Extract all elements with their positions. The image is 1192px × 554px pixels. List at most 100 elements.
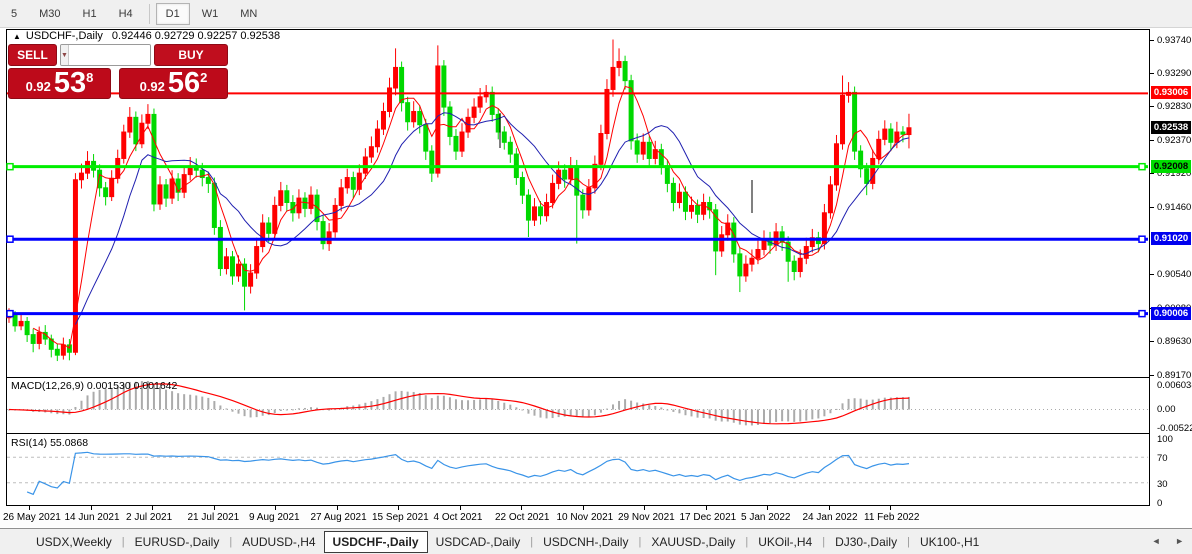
macd-axis-max: 0.006038 <box>1157 380 1192 391</box>
macd-axis-zero: 0.00 <box>1157 404 1176 415</box>
date-label: 29 Nov 2021 <box>618 512 675 523</box>
date-label: 15 Sep 2021 <box>372 512 429 523</box>
tab-separator: | <box>229 535 233 548</box>
price-tick <box>1150 106 1154 108</box>
tab-uk100-h1[interactable]: UK100-,H1 <box>912 532 987 552</box>
price-tick <box>1150 39 1154 41</box>
timeframe-button-5[interactable]: 5 <box>1 3 27 25</box>
rsi-axis-100: 100 <box>1157 434 1173 445</box>
timeframe-button-h4[interactable]: H4 <box>109 3 143 25</box>
trading-terminal-window: 5 M30 H1 H4 D1 W1 MN ▲ USDCHF-,Daily 0.92446 0.9… <box>0 0 1192 554</box>
sell-price-pip-digit: 8 <box>86 70 94 85</box>
date-tick <box>767 506 768 510</box>
date-label: 4 Oct 2021 <box>433 512 483 523</box>
price-tick <box>1150 173 1154 175</box>
date-tick <box>459 506 461 510</box>
sell-price-big-digits: 53 <box>53 67 87 99</box>
date-label: 27 Aug 2021 <box>310 512 367 523</box>
tab-usdchf-daily[interactable]: USDCHF-,Daily <box>323 530 428 553</box>
volume-spinner: ▼ ▲ <box>60 44 151 66</box>
price-tick <box>1150 72 1154 74</box>
date-tick <box>152 506 153 510</box>
rsi-axis-30: 30 <box>1157 478 1168 490</box>
tab-separator: | <box>530 535 534 548</box>
tab-scroll-left-icon[interactable]: ◄ <box>1152 536 1161 546</box>
tab-separator: | <box>745 535 749 548</box>
macd-indicator-label: MACD(12,26,9) 0.001530 0.001642 <box>11 380 178 392</box>
date-label: 9 Aug 2021 <box>249 512 300 523</box>
tab-separator: | <box>638 535 642 548</box>
buy-price-button[interactable]: 0.92 56 2 <box>119 68 228 99</box>
price-tick <box>1150 274 1154 276</box>
price-tick-label: 0.92370 <box>1157 135 1192 147</box>
price-badge-0.92008: 0.92008 <box>1151 159 1191 173</box>
tab-scroll-right-icon[interactable]: ► <box>1175 536 1184 546</box>
price-tick-label: 0.90540 <box>1157 269 1192 281</box>
one-click-trading-panel: SELL ▼ ▲ BUY 0.92 53 8 0.92 56 2 <box>8 44 228 99</box>
date-label: 22 Oct 2021 <box>495 512 550 523</box>
sell-price-prefix: 0.92 <box>25 79 51 94</box>
price-tick-label: 0.91460 <box>1157 201 1192 213</box>
tab-dj30-daily[interactable]: DJ30-,Daily <box>827 532 905 552</box>
tab-separator: | <box>822 535 826 548</box>
price-tick <box>1150 140 1154 142</box>
date-label: 21 Jul 2021 <box>187 512 240 523</box>
buy-price-pip-digit: 2 <box>200 70 208 85</box>
timeframe-toolbar: 5 M30 H1 H4 D1 W1 MN <box>0 0 1192 28</box>
date-tick <box>582 506 584 510</box>
chart-expand-icon[interactable]: ▲ <box>13 32 21 41</box>
date-tick <box>398 506 399 510</box>
timeframe-button-m30[interactable]: M30 <box>29 3 70 25</box>
timeframe-button-mn[interactable]: MN <box>230 3 267 25</box>
macd-axis-min: -0.005228 <box>1157 423 1192 434</box>
toolbar-separator <box>148 3 150 24</box>
date-label: 2 Jul 2021 <box>126 512 173 523</box>
chart-tab-bar: USDX,Weekly | EURUSD-,Daily | AUDUSD-,H4 USDC… <box>0 528 1192 554</box>
timeframe-button-w1[interactable]: W1 <box>192 3 229 25</box>
rsi-axis-0: 0 <box>1157 498 1163 509</box>
tab-usdcad-daily[interactable]: USDCAD-,Daily <box>428 532 529 552</box>
rsi-panel[interactable] <box>6 433 1150 506</box>
price-tick-label: 0.93740 <box>1157 34 1192 46</box>
timeframe-button-h1[interactable]: H1 <box>73 3 107 25</box>
date-tick <box>644 506 645 510</box>
sell-price-button[interactable]: 0.92 53 8 <box>8 68 111 99</box>
tab-ukoil-h4[interactable]: UKOil-,H4 <box>750 532 820 552</box>
buy-price-big-digits: 56 <box>167 67 201 99</box>
date-tick <box>213 506 215 510</box>
price-badge-0.90006: 0.90006 <box>1151 306 1191 320</box>
price-tick <box>1150 375 1154 376</box>
sell-button[interactable]: SELL <box>8 44 57 66</box>
date-tick <box>828 506 830 510</box>
tab-usdx-weekly[interactable]: USDX,Weekly <box>28 532 120 552</box>
chart-symbol-label: USDCHF-,Daily <box>25 30 103 42</box>
date-label: 24 Jan 2022 <box>802 512 858 523</box>
price-axis[interactable]: 0.93740 0.93290 0.92830 0.92370 0.91920 0.914… <box>1150 29 1192 509</box>
tab-separator: | <box>121 535 125 548</box>
volume-input[interactable] <box>68 45 150 65</box>
date-tick <box>521 506 522 510</box>
buy-button[interactable]: BUY <box>154 44 228 66</box>
time-axis[interactable]: 26 May 2021 14 Jun 2021 2 Jul 2021 21 Jul 2… <box>0 506 1150 527</box>
macd-panel[interactable] <box>6 377 1150 434</box>
timeframe-button-d1[interactable]: D1 <box>155 2 190 25</box>
tab-eurusd-daily[interactable]: EURUSD-,Daily <box>127 532 228 552</box>
date-tick <box>275 506 276 510</box>
rsi-axis-70: 70 <box>1157 453 1168 465</box>
date-label: 26 May 2021 <box>3 512 61 523</box>
rsi-indicator-label: RSI(14) 55.0868 <box>11 437 89 449</box>
tab-xauusd-daily[interactable]: XAUUSD-,Daily <box>643 532 743 552</box>
price-tick <box>1150 341 1154 343</box>
volume-decrease-icon[interactable]: ▼ <box>61 45 69 65</box>
tab-scroll-arrows: ◄ ► <box>1140 536 1184 546</box>
date-label: 17 Dec 2021 <box>679 512 737 523</box>
chart-ohlc-values: 0.92446 0.92729 0.92257 0.92538 <box>111 30 281 42</box>
date-tick <box>705 506 707 510</box>
buy-price-prefix: 0.92 <box>139 79 165 94</box>
date-label: 5 Jan 2022 <box>741 512 791 523</box>
tab-audusd-h4[interactable]: AUDUSD-,H4 <box>234 532 323 552</box>
price-badge-0.93006: 0.93006 <box>1151 86 1191 100</box>
date-tick <box>90 506 92 510</box>
tab-usdcnh-daily[interactable]: USDCNH-,Daily <box>535 532 636 552</box>
price-tick-label: 0.92830 <box>1157 101 1192 113</box>
